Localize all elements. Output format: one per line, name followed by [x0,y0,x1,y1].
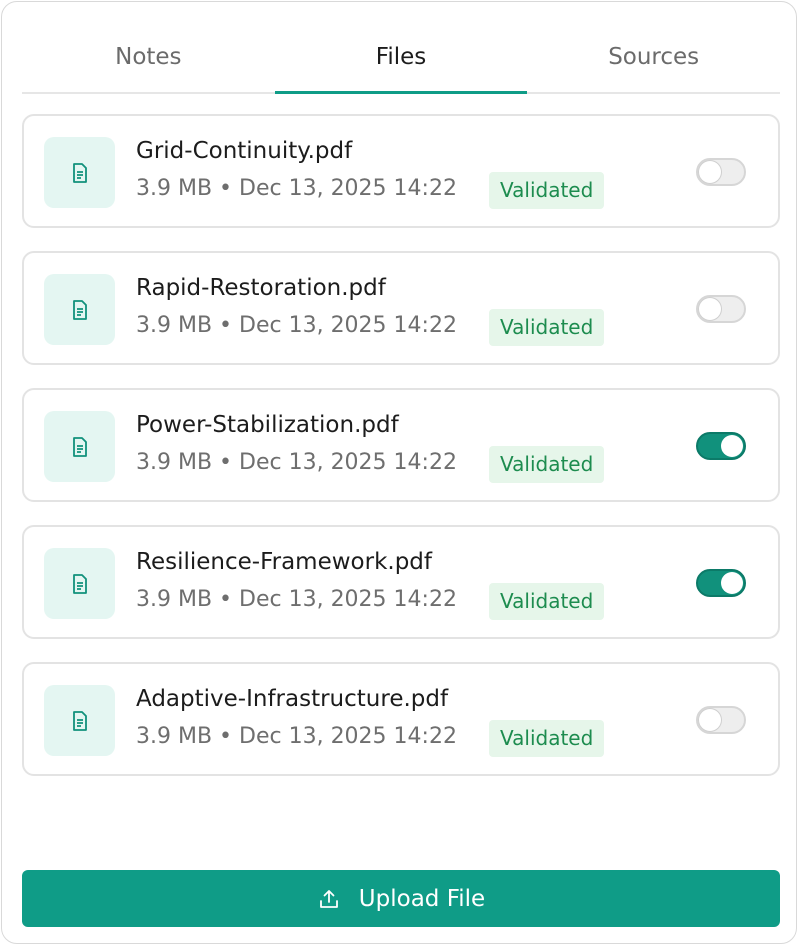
tab-notes[interactable]: Notes [22,24,275,92]
file-card: Adaptive-Infrastructure.pdf 3.9 MB • Dec… [22,662,780,776]
file-list: Grid-Continuity.pdf 3.9 MB • Dec 13, 202… [22,114,780,799]
file-name: Power-Stabilization.pdf [136,412,399,438]
file-meta: 3.9 MB • Dec 13, 2025 14:22 [136,176,457,201]
status-badge: Validated [489,309,605,346]
file-toggle[interactable] [696,158,746,186]
upload-file-button[interactable]: Upload File [22,870,780,927]
file-toggle[interactable] [696,569,746,597]
status-badge: Validated [489,583,605,620]
tab-sources[interactable]: Sources [527,24,780,92]
file-name: Resilience-Framework.pdf [136,549,433,575]
upload-icon [317,887,341,911]
file-meta: 3.9 MB • Dec 13, 2025 14:22 [136,587,457,612]
toggle-knob [699,709,721,731]
toggle-knob [699,161,721,183]
status-badge: Validated [489,720,605,757]
upload-label: Upload File [358,885,486,912]
file-toggle[interactable] [696,295,746,323]
file-name: Adaptive-Infrastructure.pdf [136,686,449,712]
file-card: Resilience-Framework.pdf 3.9 MB • Dec 13… [22,525,780,639]
status-badge: Validated [489,172,605,209]
file-meta: 3.9 MB • Dec 13, 2025 14:22 [136,450,457,475]
file-meta: 3.9 MB • Dec 13, 2025 14:22 [136,313,457,338]
files-panel: Notes Files Sources Grid-Continuity.pdf … [1,1,797,944]
document-icon [44,411,115,482]
file-card: Power-Stabilization.pdf 3.9 MB • Dec 13,… [22,388,780,502]
tab-files[interactable]: Files [274,24,528,94]
toggle-knob [699,298,721,320]
document-icon [44,685,115,756]
status-badge: Validated [489,446,605,483]
document-icon [44,274,115,345]
file-name: Grid-Continuity.pdf [136,138,353,164]
file-toggle[interactable] [696,706,746,734]
file-meta: 3.9 MB • Dec 13, 2025 14:22 [136,724,457,749]
document-icon [44,137,115,208]
document-icon [44,548,115,619]
toggle-knob [721,572,743,594]
tab-bar: Notes Files Sources [22,24,780,94]
file-toggle[interactable] [696,432,746,460]
toggle-knob [721,435,743,457]
file-name: Rapid-Restoration.pdf [136,275,386,301]
file-card: Grid-Continuity.pdf 3.9 MB • Dec 13, 202… [22,114,780,228]
file-card: Rapid-Restoration.pdf 3.9 MB • Dec 13, 2… [22,251,780,365]
